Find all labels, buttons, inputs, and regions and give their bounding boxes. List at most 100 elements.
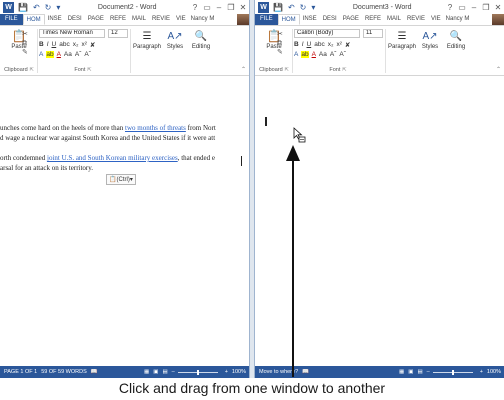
paragraph-group[interactable]: ☰ Paragraph <box>387 28 417 74</box>
zoom-out-button[interactable]: – <box>172 369 175 375</box>
font-color-icon[interactable]: A <box>312 51 316 58</box>
tab-references[interactable]: REFE <box>107 14 129 25</box>
ribbon-display-button[interactable]: ▭ <box>456 3 468 12</box>
tab-references[interactable]: REFE <box>362 14 384 25</box>
format-painter-icon[interactable]: ✎ <box>22 48 28 57</box>
tab-file[interactable]: FILE <box>255 14 278 25</box>
styles-group[interactable]: A↗ Styles <box>419 28 441 74</box>
font-name-box[interactable]: Times New Roman <box>39 29 105 38</box>
paste-button[interactable]: 📋 Paste <box>257 28 291 50</box>
dialog-launcher-icon[interactable]: ⇱ <box>87 67 91 73</box>
help-button[interactable]: ? <box>444 3 456 12</box>
editing-group[interactable]: 🔍 Editing <box>188 28 214 74</box>
doc-link-threats[interactable]: two months of threats <box>125 124 186 132</box>
tab-file[interactable]: FILE <box>0 14 23 25</box>
tab-page-layout[interactable]: PAGE <box>340 14 362 25</box>
zoom-slider-knob[interactable] <box>451 369 454 375</box>
font-size-box[interactable]: 11 <box>363 29 383 38</box>
restore-button[interactable]: ❐ <box>480 3 492 12</box>
avatar[interactable] <box>237 14 249 25</box>
save-icon[interactable]: 💾 <box>18 3 28 12</box>
proofing-icon[interactable]: 📖 <box>91 369 98 375</box>
tab-view[interactable]: VIE <box>173 14 189 25</box>
word-count[interactable]: 59 OF 59 WORDS <box>41 369 87 375</box>
change-case-icon[interactable]: Aa <box>319 51 327 58</box>
bold-button[interactable]: B <box>294 41 299 49</box>
customize-qat-icon[interactable]: ▾ <box>56 3 60 12</box>
redo-icon[interactable]: ↻ <box>45 3 52 12</box>
underline-button[interactable]: U <box>52 41 57 49</box>
clear-formatting-icon[interactable]: ✘ <box>345 41 350 49</box>
print-layout-icon[interactable]: ▣ <box>408 369 413 375</box>
clear-formatting-icon[interactable]: ✘ <box>90 41 95 49</box>
undo-icon[interactable]: ↶ <box>288 3 295 12</box>
customize-qat-icon[interactable]: ▾ <box>311 3 315 12</box>
tab-page-layout[interactable]: PAGE <box>85 14 107 25</box>
paragraph-button[interactable]: ☰ Paragraph <box>132 28 162 51</box>
zoom-out-button[interactable]: – <box>427 369 430 375</box>
restore-button[interactable]: ❐ <box>225 3 237 12</box>
tab-design[interactable]: DESI <box>65 14 85 25</box>
collapse-ribbon-icon[interactable]: ⌃ <box>241 66 246 73</box>
cut-icon[interactable]: ✂ <box>22 30 28 39</box>
font-color-icon[interactable]: A <box>57 51 61 58</box>
tab-home[interactable]: HOM <box>277 14 300 25</box>
save-icon[interactable]: 💾 <box>273 3 283 12</box>
styles-group[interactable]: A↗ Styles <box>164 28 186 74</box>
dialog-launcher-icon[interactable]: ⇱ <box>30 67 34 73</box>
zoom-in-button[interactable]: + <box>480 369 483 375</box>
document-page[interactable]: unches come hard on the heels of more th… <box>0 77 249 366</box>
bold-button[interactable]: B <box>39 41 44 49</box>
collapse-ribbon-icon[interactable]: ⌃ <box>496 66 501 73</box>
italic-button[interactable]: I <box>302 41 304 49</box>
shrink-font-icon[interactable]: Aˇ <box>339 51 346 58</box>
print-layout-icon[interactable]: ▣ <box>153 369 158 375</box>
tab-insert[interactable]: INSE <box>300 14 320 25</box>
text-effects-icon[interactable]: A <box>39 51 43 58</box>
avatar[interactable] <box>492 14 504 25</box>
minimize-button[interactable]: – <box>213 3 225 12</box>
grow-font-icon[interactable]: Aˆ <box>75 51 82 58</box>
subscript-button[interactable]: x₂ <box>73 41 79 49</box>
subscript-button[interactable]: x₂ <box>328 41 334 49</box>
help-button[interactable]: ? <box>189 3 201 12</box>
read-mode-icon[interactable]: ▦ <box>144 369 149 375</box>
shrink-font-icon[interactable]: Aˇ <box>84 51 91 58</box>
close-button[interactable]: ✕ <box>492 3 504 12</box>
paste-options-button[interactable]: 📋 (Ctrl) ▾ <box>106 174 136 185</box>
styles-button[interactable]: A↗ Styles <box>164 28 186 51</box>
font-size-box[interactable]: 12 <box>108 29 128 38</box>
minimize-button[interactable]: – <box>468 3 480 12</box>
text-effects-icon[interactable]: A <box>294 51 298 58</box>
tab-home[interactable]: HOM <box>22 14 45 25</box>
read-mode-icon[interactable]: ▦ <box>399 369 404 375</box>
italic-button[interactable]: I <box>47 41 49 49</box>
highlight-icon[interactable]: ab <box>301 51 309 58</box>
zoom-level[interactable]: 100% <box>487 369 501 375</box>
font-name-box[interactable]: Calibri (Body) <box>294 29 360 38</box>
doc-link-exercises[interactable]: joint U.S. and South Korean military exe… <box>47 154 178 162</box>
web-layout-icon[interactable]: ▤ <box>417 369 422 375</box>
proofing-icon[interactable]: 📖 <box>302 369 309 375</box>
strikethrough-button[interactable]: abc <box>314 41 324 49</box>
tab-design[interactable]: DESI <box>320 14 340 25</box>
dialog-launcher-icon[interactable]: ⇱ <box>342 67 346 73</box>
user-name[interactable]: Nancy M <box>444 14 472 25</box>
zoom-slider[interactable] <box>432 369 473 375</box>
copy-icon[interactable]: ⧉ <box>22 39 28 48</box>
superscript-button[interactable]: x² <box>336 41 341 49</box>
tab-insert[interactable]: INSE <box>45 14 65 25</box>
dialog-launcher-icon[interactable]: ⇱ <box>285 67 289 73</box>
tab-view[interactable]: VIE <box>428 14 444 25</box>
page-count[interactable]: PAGE 1 OF 1 <box>4 369 37 375</box>
underline-button[interactable]: U <box>307 41 312 49</box>
zoom-in-button[interactable]: + <box>225 369 228 375</box>
editing-group[interactable]: 🔍 Editing <box>443 28 469 74</box>
tab-mailings[interactable]: MAIL <box>384 14 404 25</box>
paste-button[interactable]: 📋 Paste <box>2 28 36 50</box>
highlight-icon[interactable]: ab <box>46 51 54 58</box>
redo-icon[interactable]: ↻ <box>300 3 307 12</box>
undo-icon[interactable]: ↶ <box>33 3 40 12</box>
copy-icon[interactable]: ⧉ <box>277 39 283 48</box>
styles-button[interactable]: A↗ Styles <box>419 28 441 51</box>
